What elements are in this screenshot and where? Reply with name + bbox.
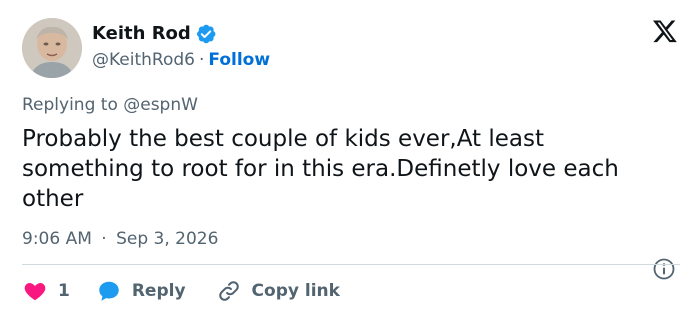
avatar[interactable] <box>22 18 82 78</box>
copy-link-button[interactable]: Copy link <box>216 276 340 306</box>
reply-label: Reply <box>131 281 186 301</box>
heart-icon <box>22 278 48 304</box>
divider <box>22 264 680 265</box>
x-logo-icon[interactable] <box>652 18 678 44</box>
author-handle-row: @KeithRod6 · Follow <box>92 48 270 72</box>
author-display-name[interactable]: Keith Rod <box>92 22 191 46</box>
like-count: 1 <box>58 281 70 301</box>
follow-button[interactable]: Follow <box>208 50 270 70</box>
timestamp-separator: · <box>101 229 107 249</box>
speech-bubble-icon <box>96 278 122 304</box>
info-icon[interactable] <box>652 257 676 281</box>
link-icon <box>216 278 242 304</box>
copy-link-label: Copy link <box>251 281 340 301</box>
author-name-row: Keith Rod <box>92 22 217 46</box>
verified-badge-icon <box>195 23 217 45</box>
like-button[interactable]: 1 <box>22 276 70 306</box>
handle-separator: · <box>198 50 205 70</box>
tweet-timestamp[interactable]: 9:06 AM · Sep 3, 2026 <box>22 227 218 251</box>
reply-button[interactable]: Reply <box>96 276 186 306</box>
avatar-image <box>22 18 82 78</box>
author-handle[interactable]: @KeithRod6 <box>92 50 195 70</box>
tweet-card: Keith Rod @KeithRod6 · Follow Replying to … <box>0 0 700 318</box>
reply-context: Replying to @espnW <box>22 95 198 115</box>
tweet-text: Probably the best couple of kids ever,At… <box>22 126 619 212</box>
tweet-time: 9:06 AM <box>22 229 92 249</box>
action-bar: 1 Reply Copy link <box>22 276 340 306</box>
tweet-date: Sep 3, 2026 <box>116 229 219 249</box>
